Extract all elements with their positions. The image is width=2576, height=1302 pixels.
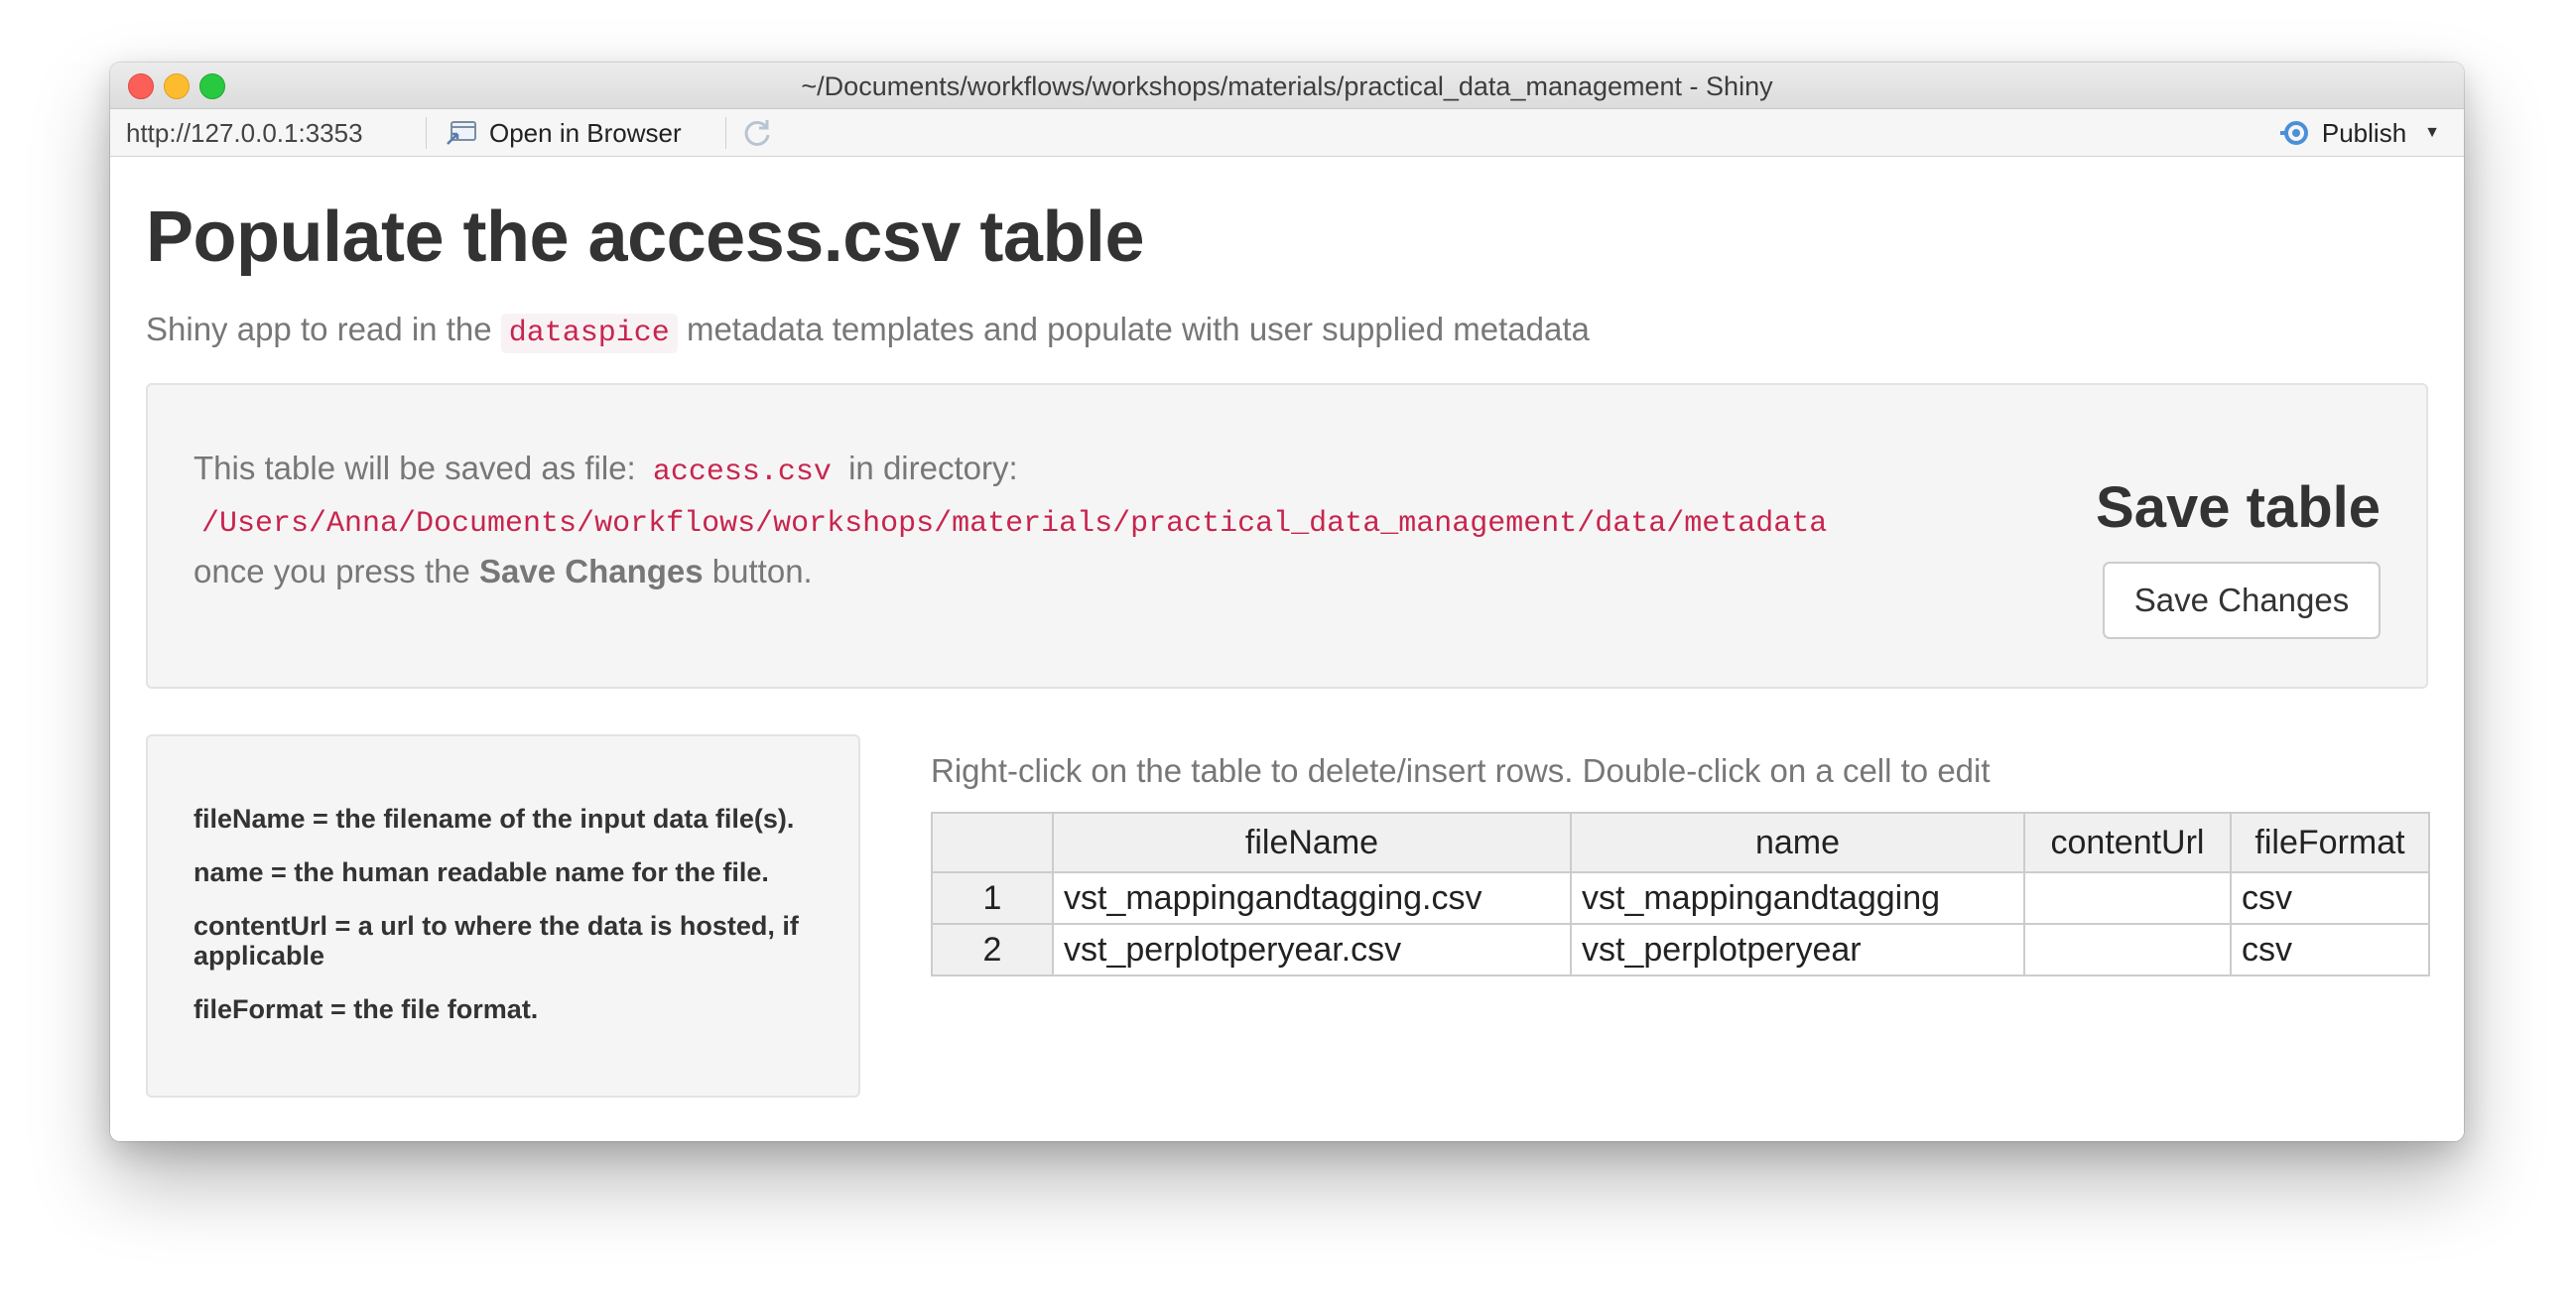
column-header-fileformat[interactable]: fileFormat [2230,812,2430,873]
refresh-icon [744,120,770,146]
app-content: Populate the access.csv table Shiny app … [110,157,2464,1141]
save-info-line: This table will be saved as file: access… [193,445,1827,496]
viewer-toolbar: http://127.0.0.1:3353 Open in Browser Pu… [110,109,2464,157]
definitions-list: fileName = the filename of the input dat… [193,804,829,1048]
table-row: 2 vst_perplotperyear.csv vst_perplotpery… [931,923,2430,976]
save-changes-emphasis: Save Changes [479,553,704,589]
table-cell[interactable]: vst_perplotperyear.csv [1052,923,1572,976]
save-table-heading: Save table [2096,475,2381,540]
refresh-button[interactable] [741,117,773,154]
subtitle-text: Shiny app to read in the [146,311,501,347]
definition-item: fileFormat = the file format. [193,994,539,1024]
toolbar-divider [426,117,427,149]
url-label: http://127.0.0.1:3353 [126,118,363,148]
package-code: dataspice [500,314,678,353]
page-title: Populate the access.csv table [146,197,1144,277]
window-title: ~/Documents/workflows/workshops/material… [801,71,1773,101]
toolbar-divider [725,117,726,149]
definition-item: contentUrl = a url to where the data is … [193,911,799,971]
open-in-browser-label: Open in Browser [489,117,682,148]
definition-item: name = the human readable name for the f… [193,857,769,887]
page-subtitle: Shiny app to read in the dataspice metad… [146,311,1590,353]
row-header[interactable]: 2 [931,923,1054,976]
table-instructions: Right-click on the table to delete/inser… [931,752,1991,789]
save-changes-button[interactable]: Save Changes [2103,562,2381,639]
open-browser-icon [447,121,476,145]
column-header-corner[interactable] [931,812,1054,873]
info-text: This table will be saved as file: [193,450,645,486]
table-cell[interactable]: vst_perplotperyear [1570,923,2025,976]
column-header-filename[interactable]: fileName [1052,812,1572,873]
info-text: once you press the [193,553,480,589]
info-text: button. [703,553,813,589]
table-cell[interactable] [2023,871,2232,925]
table-header-row: fileName name contentUrl fileFormat [931,812,2430,873]
definition-item: fileName = the filename of the input dat… [193,804,795,834]
subtitle-text: metadata templates and populate with use… [677,311,1590,347]
table-cell[interactable]: csv [2230,871,2430,925]
row-header[interactable]: 1 [931,871,1054,925]
column-header-contenturl[interactable]: contentUrl [2023,812,2232,873]
info-text: in directory: [838,450,1018,486]
access-table[interactable]: fileName name contentUrl fileFormat 1 vs… [931,812,2430,976]
file-name-code: access.csv [652,456,832,489]
title-bar: ~/Documents/workflows/workshops/material… [110,63,2464,109]
save-info-line: once you press the Save Changes button. [193,548,1827,595]
app-window: ~/Documents/workflows/workshops/material… [110,63,2464,1141]
table-cell[interactable]: vst_mappingandtagging [1570,871,2025,925]
save-path-line: /Users/Anna/Documents/workflows/workshop… [193,496,1827,548]
column-header-name[interactable]: name [1570,812,2025,873]
publish-icon [2279,121,2308,145]
open-in-browser-button[interactable]: Open in Browser [446,117,682,149]
table-row: 1 vst_mappingandtagging.csv vst_mappinga… [931,871,2430,925]
definitions-panel: fileName = the filename of the input dat… [146,734,860,1098]
publish-button[interactable]: Publish ▼ [2278,117,2440,149]
dropdown-caret-icon[interactable]: ▼ [2424,124,2440,142]
table-cell[interactable] [2023,923,2232,976]
table-cell[interactable]: csv [2230,923,2430,976]
save-info-text: This table will be saved as file: access… [193,445,1827,595]
save-info-panel: This table will be saved as file: access… [146,383,2428,689]
directory-path-code: /Users/Anna/Documents/workflows/workshop… [201,507,1828,541]
publish-label: Publish [2321,117,2407,148]
table-cell[interactable]: vst_mappingandtagging.csv [1052,871,1572,925]
